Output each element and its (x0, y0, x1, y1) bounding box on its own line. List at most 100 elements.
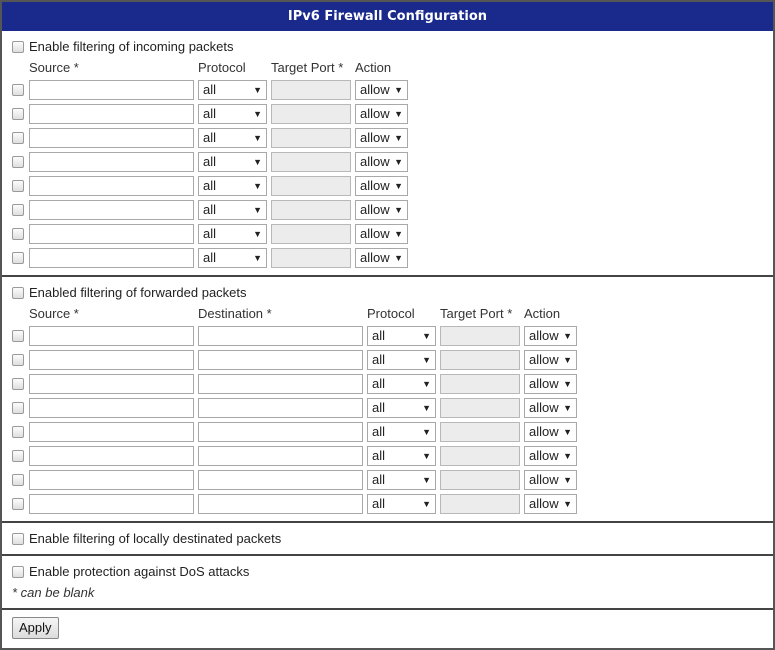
destination-input[interactable] (198, 494, 363, 514)
enable-incoming-checkbox[interactable] (12, 41, 24, 53)
rule-checkbox[interactable] (12, 228, 24, 240)
action-select[interactable]: allow ▼ (524, 326, 577, 346)
action-select-value: allow (360, 154, 390, 169)
action-select[interactable]: allow ▼ (524, 350, 577, 370)
protocol-select[interactable]: all ▼ (367, 470, 436, 490)
target-port-input[interactable] (440, 350, 520, 370)
rule-checkbox[interactable] (12, 402, 24, 414)
action-select[interactable]: allow ▼ (355, 176, 408, 196)
rule-checkbox[interactable] (12, 474, 24, 486)
action-select[interactable]: allow ▼ (355, 200, 408, 220)
source-input[interactable] (29, 200, 194, 220)
source-input[interactable] (29, 104, 194, 124)
protocol-select[interactable]: all ▼ (198, 128, 267, 148)
protocol-select[interactable]: all ▼ (198, 248, 267, 268)
target-port-input[interactable] (271, 80, 351, 100)
action-select[interactable]: allow ▼ (524, 446, 577, 466)
rule-checkbox[interactable] (12, 84, 24, 96)
target-port-input[interactable] (440, 494, 520, 514)
rule-checkbox[interactable] (12, 450, 24, 462)
target-port-input[interactable] (271, 176, 351, 196)
source-input[interactable] (29, 248, 194, 268)
protocol-select[interactable]: all ▼ (367, 422, 436, 442)
action-select[interactable]: allow ▼ (355, 104, 408, 124)
action-select[interactable]: allow ▼ (355, 224, 408, 244)
action-select[interactable]: allow ▼ (524, 470, 577, 490)
target-port-input[interactable] (440, 422, 520, 442)
action-select[interactable]: allow ▼ (355, 248, 408, 268)
destination-input[interactable] (198, 446, 363, 466)
target-port-input[interactable] (271, 200, 351, 220)
action-select[interactable]: allow ▼ (355, 80, 408, 100)
source-input[interactable] (29, 446, 194, 466)
target-port-input[interactable] (271, 248, 351, 268)
enable-forwarded-checkbox[interactable] (12, 287, 24, 299)
source-input[interactable] (29, 494, 194, 514)
protocol-select[interactable]: all ▼ (367, 494, 436, 514)
target-port-input[interactable] (271, 224, 351, 244)
rule-checkbox[interactable] (12, 378, 24, 390)
action-select[interactable]: allow ▼ (524, 422, 577, 442)
source-input[interactable] (29, 350, 194, 370)
source-input[interactable] (29, 374, 194, 394)
chevron-down-icon: ▼ (394, 229, 403, 239)
rule-checkbox[interactable] (12, 132, 24, 144)
destination-input[interactable] (198, 422, 363, 442)
protocol-select-value: all (372, 472, 386, 487)
target-port-input[interactable] (271, 104, 351, 124)
rule-checkbox[interactable] (12, 156, 24, 168)
protocol-select[interactable]: all ▼ (367, 398, 436, 418)
destination-input[interactable] (198, 326, 363, 346)
protocol-select[interactable]: all ▼ (367, 374, 436, 394)
rule-checkbox[interactable] (12, 180, 24, 192)
protocol-select-value: all (372, 448, 386, 463)
protocol-select[interactable]: all ▼ (198, 152, 267, 172)
action-select[interactable]: allow ▼ (355, 128, 408, 148)
protocol-select[interactable]: all ▼ (198, 104, 267, 124)
source-input[interactable] (29, 176, 194, 196)
protocol-select[interactable]: all ▼ (367, 446, 436, 466)
action-select[interactable]: allow ▼ (524, 398, 577, 418)
rule-checkbox[interactable] (12, 204, 24, 216)
rule-checkbox[interactable] (12, 330, 24, 342)
enable-local-checkbox[interactable] (12, 533, 24, 545)
protocol-select[interactable]: all ▼ (198, 80, 267, 100)
enable-dos-label: Enable protection against DoS attacks (29, 564, 250, 579)
apply-button[interactable]: Apply (12, 617, 59, 639)
rule-checkbox[interactable] (12, 108, 24, 120)
rule-checkbox[interactable] (12, 498, 24, 510)
rule-checkbox[interactable] (12, 354, 24, 366)
destination-input[interactable] (198, 398, 363, 418)
enable-dos-checkbox[interactable] (12, 566, 24, 578)
destination-input[interactable] (198, 350, 363, 370)
protocol-select[interactable]: all ▼ (198, 224, 267, 244)
source-input[interactable] (29, 398, 194, 418)
source-input[interactable] (29, 422, 194, 442)
source-input[interactable] (29, 152, 194, 172)
target-port-input[interactable] (440, 398, 520, 418)
source-input[interactable] (29, 470, 194, 490)
section-divider (2, 554, 773, 556)
rule-checkbox[interactable] (12, 252, 24, 264)
destination-input[interactable] (198, 374, 363, 394)
protocol-select[interactable]: all ▼ (367, 326, 436, 346)
target-port-input[interactable] (440, 374, 520, 394)
target-port-input[interactable] (440, 470, 520, 490)
source-input[interactable] (29, 224, 194, 244)
rule-checkbox[interactable] (12, 426, 24, 438)
target-port-input[interactable] (271, 128, 351, 148)
protocol-select[interactable]: all ▼ (198, 176, 267, 196)
target-port-input[interactable] (440, 446, 520, 466)
action-select-value: allow (360, 106, 390, 121)
source-input[interactable] (29, 80, 194, 100)
protocol-select[interactable]: all ▼ (367, 350, 436, 370)
source-input[interactable] (29, 326, 194, 346)
target-port-input[interactable] (440, 326, 520, 346)
destination-input[interactable] (198, 470, 363, 490)
action-select[interactable]: allow ▼ (524, 374, 577, 394)
protocol-select[interactable]: all ▼ (198, 200, 267, 220)
source-input[interactable] (29, 128, 194, 148)
action-select[interactable]: allow ▼ (524, 494, 577, 514)
action-select[interactable]: allow ▼ (355, 152, 408, 172)
target-port-input[interactable] (271, 152, 351, 172)
